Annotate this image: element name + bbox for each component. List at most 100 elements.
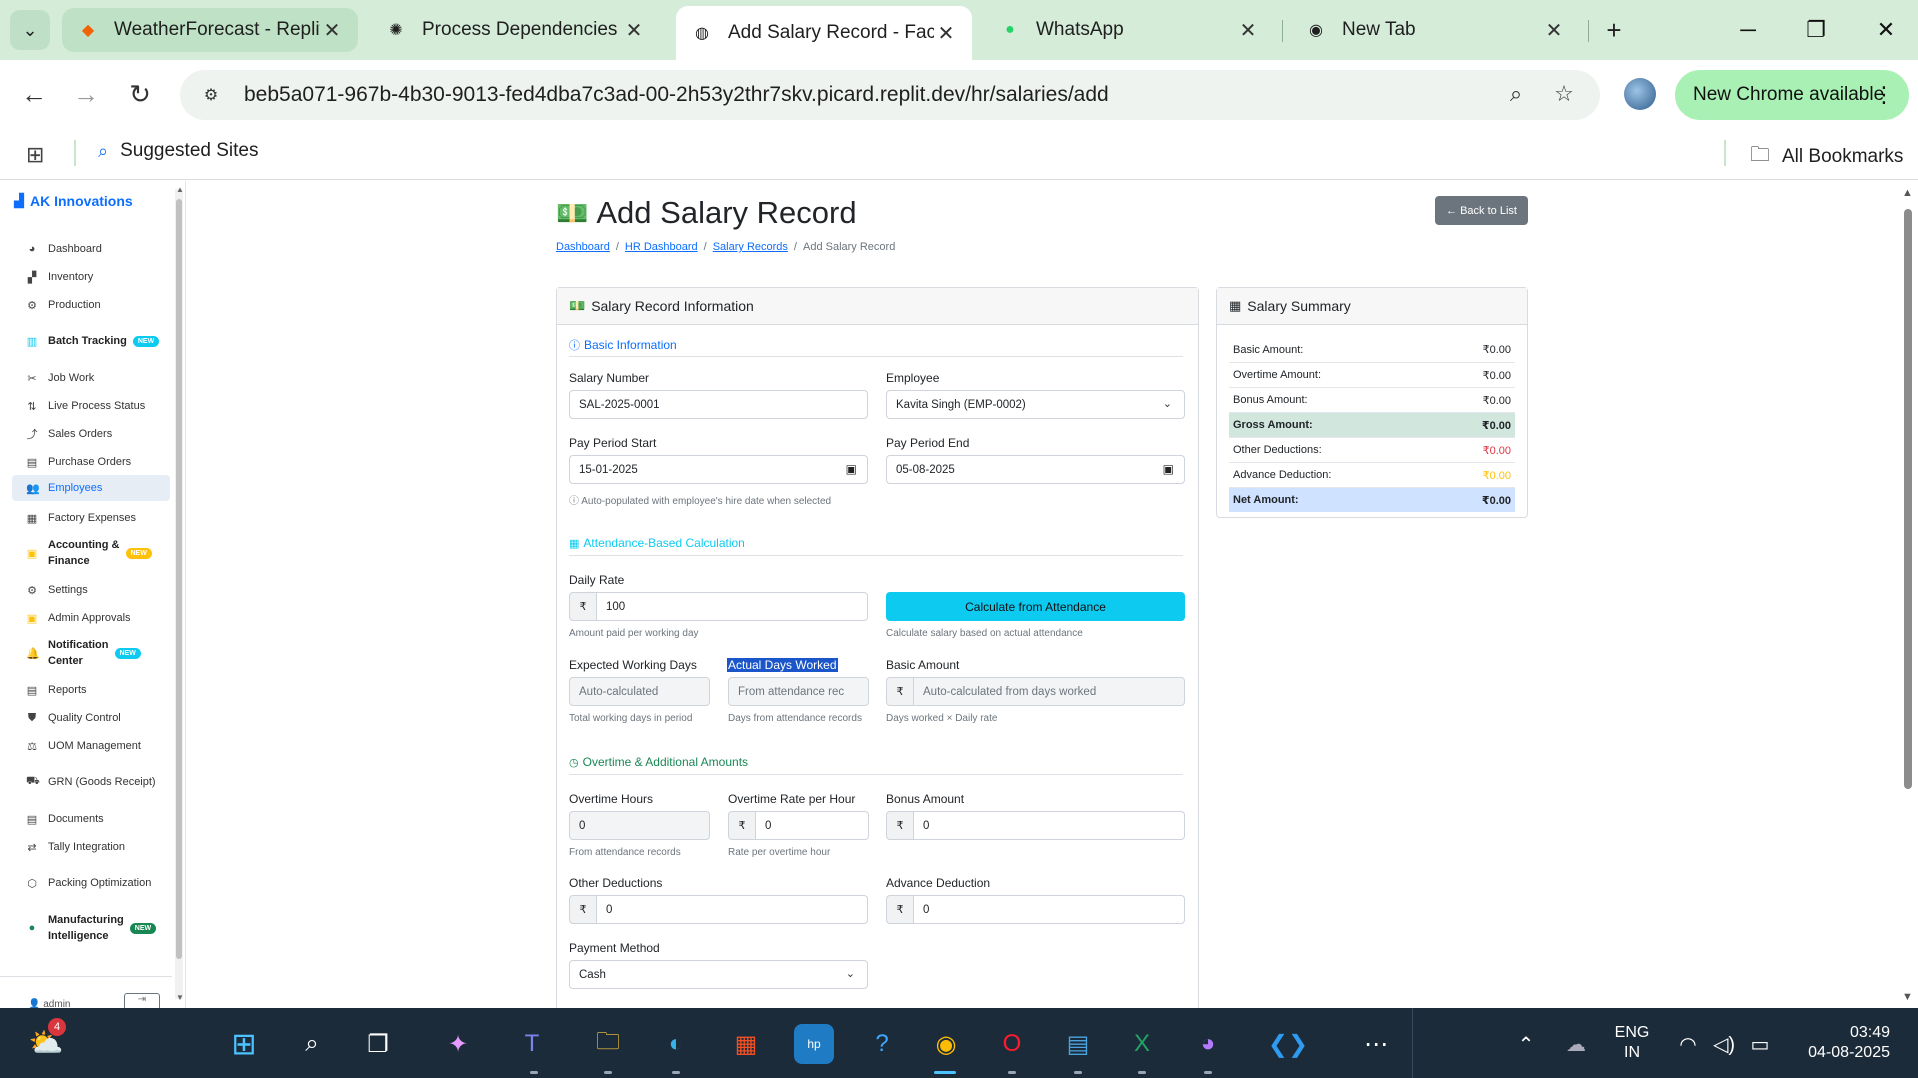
sidebar-item-sales-orders[interactable]: ⤴ Sales Orders [12,426,170,442]
sidebar-item-uom-management[interactable]: ⚖ UOM Management [12,738,170,754]
basic-amount-input[interactable]: Auto-calculated from days worked [914,677,1185,706]
sidebar-item-quality-control[interactable]: ⛊ Quality Control [12,710,170,726]
pay-period-end-input[interactable]: 05-08-2025 ▣ [886,455,1185,484]
battery-icon[interactable]: ▭ [1740,1024,1780,1064]
all-bookmarks-button[interactable]: 🗀 All Bookmarks [1750,140,1903,174]
tab-search-button[interactable]: ⌄ [10,10,50,50]
help-icon[interactable]: ? [862,1024,902,1064]
sidebar-item-manufacturing-intelligence[interactable]: ● Manufacturing Intelligence NEW [12,912,170,944]
sidebar-item-inventory[interactable]: ▞ Inventory [12,269,170,285]
close-icon[interactable]: ✕ [622,18,646,43]
bookmark-star-icon[interactable]: ☆ [1542,72,1586,116]
microsoft-store-icon[interactable]: ▦ [726,1024,766,1064]
restore-button[interactable]: ❐ [1796,12,1836,48]
minimize-button[interactable]: ─ [1728,12,1768,48]
advance-deduction-input[interactable]: 0 [914,895,1185,924]
sidebar-item-employees[interactable]: 👥 Employees [12,475,170,501]
clock[interactable]: 03:49 04-08-2025 [1790,1023,1890,1063]
window-close-button[interactable]: ✕ [1866,12,1906,48]
sidebar-item-dashboard[interactable]: ◕ Dashboard [12,241,170,257]
edge-icon[interactable]: ◐ [656,1024,696,1064]
chrome-icon[interactable]: ◉ [926,1024,966,1064]
close-icon[interactable]: ✕ [1236,18,1260,43]
actual-days-worked-input[interactable]: From attendance rec [728,677,869,706]
pay-period-start-input[interactable]: 15-01-2025 ▣ [569,455,868,484]
scroll-up-arrow-icon[interactable]: ▲ [176,185,184,194]
language-indicator[interactable]: ENG IN [1600,1023,1664,1063]
sidebar-scrollbar-thumb[interactable] [176,199,182,959]
calculate-from-attendance-button[interactable]: Calculate from Attendance [886,592,1185,621]
salary-number-input[interactable]: SAL-2025-0001 [569,390,868,419]
tab-new-tab[interactable]: ◉ New Tab ✕ [1290,8,1580,52]
scroll-down-arrow-icon[interactable]: ▼ [1902,991,1913,1003]
calendar-icon[interactable]: ▣ [1163,462,1174,476]
tab-whatsapp[interactable]: ● WhatsApp ✕ [984,8,1274,52]
calendar-icon[interactable]: ▣ [846,462,857,476]
apps-grid-icon[interactable]: ⊞ [26,142,44,168]
more-menu-icon[interactable]: ⋮ [1873,82,1895,108]
brand-logo[interactable]: ▟ AK Innovations [14,193,133,209]
sidebar-item-live-process-status[interactable]: ⇅ Live Process Status [12,398,170,414]
overtime-hours-input[interactable]: 0 [569,811,710,840]
other-deductions-input[interactable]: 0 [597,895,868,924]
new-chrome-available-button[interactable]: New Chrome available ⋮ [1675,70,1909,120]
breadcrumb-hr-dashboard[interactable]: HR Dashboard [625,241,698,253]
task-view-icon[interactable]: ❐ [358,1024,398,1064]
chevron-up-icon[interactable]: ⌃ [1506,1024,1546,1064]
sidebar-item-documents[interactable]: ▤ Documents [12,811,170,827]
vscode-icon[interactable]: ❮❯ [1268,1024,1308,1064]
onedrive-icon[interactable]: ☁ [1556,1024,1596,1064]
sidebar-item-job-work[interactable]: ✂ Job Work [12,370,170,386]
scroll-up-arrow-icon[interactable]: ▲ [1902,187,1913,199]
github-icon[interactable]: ◕ [1188,1024,1228,1064]
sidebar-item-batch-tracking[interactable]: ▥ Batch Tracking NEW [12,332,170,350]
file-explorer-icon[interactable]: 🗀 [588,1024,628,1064]
zoom-icon[interactable]: ⌕ [1494,72,1538,116]
sidebar-item-notification-center[interactable]: 🔔 Notification Center NEW [12,637,170,669]
tab-weatherforecast[interactable]: ◆ WeatherForecast - Replit ✕ [62,8,358,52]
myhp-icon[interactable]: hp [794,1024,834,1064]
suggested-sites-link[interactable]: ⌕ Suggested Sites [98,140,258,162]
expected-working-days-input[interactable]: Auto-calculated [569,677,710,706]
new-tab-button[interactable]: + [1598,14,1630,46]
more-apps-icon[interactable]: ⋯ [1356,1024,1396,1064]
profile-avatar[interactable] [1624,78,1656,110]
payment-method-select[interactable]: Cash ⌄ [569,960,868,989]
bonus-amount-input[interactable]: 0 [914,811,1185,840]
reload-icon[interactable]: ↻ [120,74,160,114]
windows-start-icon[interactable]: ⊞ [224,1024,264,1064]
search-icon[interactable]: ⌕ [292,1024,332,1064]
sidebar-item-accounting-finance[interactable]: ▣ Accounting & Finance NEW [12,537,170,569]
overtime-rate-input[interactable]: 0 [756,811,869,840]
sidebar-item-production[interactable]: ⚙ Production [12,297,170,313]
breadcrumb-dashboard[interactable]: Dashboard [556,241,610,253]
forward-arrow-icon[interactable]: → [66,74,106,114]
employee-select[interactable]: Kavita Singh (EMP-0002) ⌄ [886,390,1185,419]
logout-button[interactable]: ⇥ [124,993,160,1008]
copilot-icon[interactable]: ✦ [438,1024,478,1064]
sidebar-item-grn[interactable]: ⛟ GRN (Goods Receipt) [12,774,170,790]
sidebar-item-settings[interactable]: ⚙ Settings [12,582,170,598]
sidebar-item-purchase-orders[interactable]: ▤ Purchase Orders [12,454,170,470]
tab-process-dependencies[interactable]: ✺ Process Dependencies O ✕ [370,8,660,52]
sidebar-item-packing-optimization[interactable]: ⬡ Packing Optimization [12,875,170,891]
excel-icon[interactable]: X [1122,1024,1162,1064]
volume-icon[interactable]: ◁) [1704,1024,1744,1064]
sidebar-item-reports[interactable]: ▤ Reports [12,682,170,698]
opera-icon[interactable]: O [992,1024,1032,1064]
daily-rate-input[interactable]: 100 [597,592,868,621]
sidebar-item-tally-integration[interactable]: ⇄ Tally Integration [12,839,170,855]
close-icon[interactable]: ✕ [934,21,958,46]
sidebar-item-factory-expenses[interactable]: ▦ Factory Expenses [12,510,170,526]
teams-icon[interactable]: T [512,1024,552,1064]
page-scrollbar-thumb[interactable] [1904,209,1912,789]
notepad-icon[interactable]: ▤ [1058,1024,1098,1064]
sidebar-item-admin-approvals[interactable]: ▣ Admin Approvals [12,610,170,626]
scroll-down-arrow-icon[interactable]: ▼ [176,993,184,1002]
close-icon[interactable]: ✕ [1542,18,1566,43]
site-info-icon[interactable]: ⚙ [196,80,226,110]
breadcrumb-salary-records[interactable]: Salary Records [713,241,788,253]
address-bar[interactable]: ⚙ beb5a071-967b-4b30-9013-fed4dba7c3ad-0… [180,70,1600,120]
wifi-icon[interactable]: ◠ [1668,1024,1708,1064]
close-icon[interactable]: ✕ [320,18,344,43]
